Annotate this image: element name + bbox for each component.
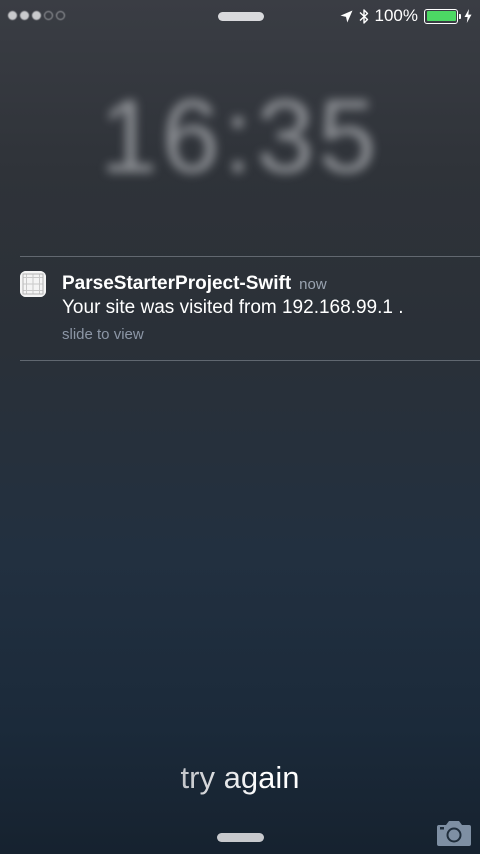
charging-bolt-icon bbox=[464, 9, 472, 23]
notification-center-grabber[interactable] bbox=[218, 12, 264, 21]
control-center-grabber[interactable] bbox=[217, 833, 264, 842]
notification-title: ParseStarterProject-Swift now bbox=[62, 273, 327, 295]
bluetooth-icon bbox=[359, 8, 369, 25]
signal-strength-icon bbox=[8, 11, 65, 20]
battery-percentage: 100% bbox=[374, 6, 418, 25]
battery-icon bbox=[424, 8, 461, 24]
camera-icon[interactable] bbox=[436, 818, 472, 848]
status-indicators: 100% bbox=[340, 5, 472, 27]
try-again-text: try again bbox=[180, 760, 300, 795]
notification-divider-bottom bbox=[20, 360, 480, 361]
notification-app-name: ParseStarterProject-Swift bbox=[62, 273, 292, 294]
slide-to-view-hint[interactable]: slide to view bbox=[62, 326, 144, 343]
location-arrow-icon bbox=[340, 10, 353, 23]
unlock-slider-label[interactable]: try again bbox=[0, 760, 480, 796]
battery-level-fill bbox=[426, 11, 456, 21]
notification-message: Your site was visited from 192.168.99.1 … bbox=[62, 297, 404, 318]
notification-banner[interactable]: ParseStarterProject-Swift now Your site w… bbox=[0, 257, 480, 360]
lock-screen-clock: 16:35 bbox=[99, 79, 381, 195]
notification-time: now bbox=[299, 276, 327, 293]
app-icon bbox=[20, 271, 46, 297]
status-bar: 100% bbox=[0, 0, 480, 32]
